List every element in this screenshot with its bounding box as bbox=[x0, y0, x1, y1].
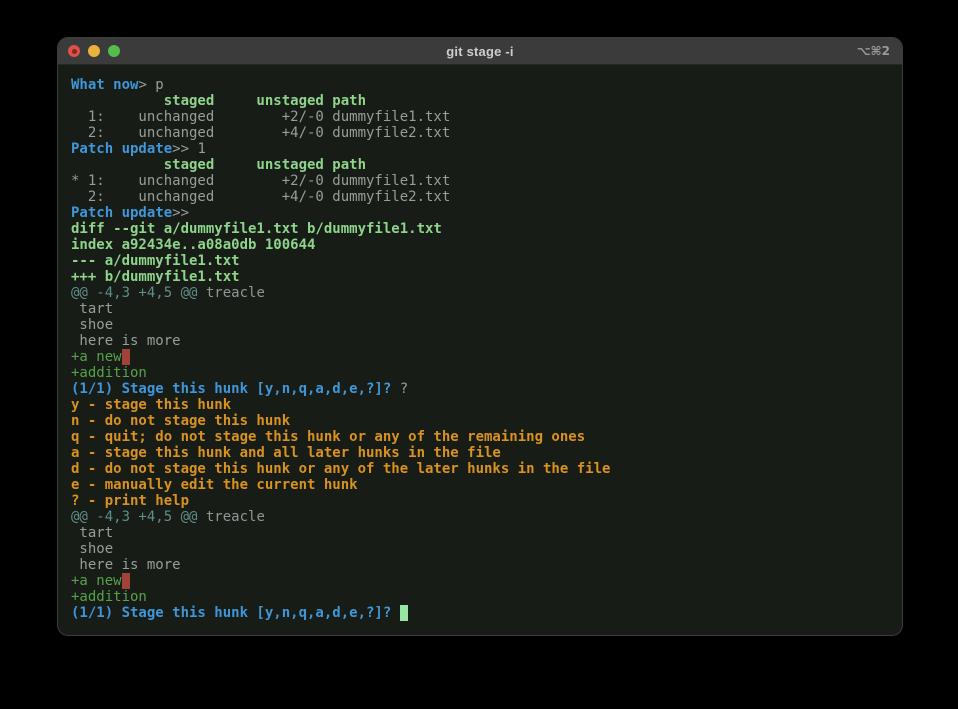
text-segment: q - quit; do not stage this hunk or any … bbox=[71, 429, 585, 445]
prompt-patch-update: Patch update>> bbox=[71, 205, 890, 221]
help-line: a - stage this hunk and all later hunks … bbox=[71, 445, 890, 461]
diff-old-file-line: --- a/dummyfile1.txt bbox=[71, 253, 890, 269]
text-segment: >> bbox=[172, 205, 189, 221]
text-segment: e - manually edit the current hunk bbox=[71, 477, 358, 493]
added-line: +addition bbox=[71, 365, 890, 381]
terminal-body[interactable]: What now> p staged unstaged path 1: unch… bbox=[58, 65, 902, 631]
text-segment: +addition bbox=[71, 365, 147, 381]
text-segment: +a new bbox=[71, 573, 122, 589]
context-line: tart bbox=[71, 301, 890, 317]
text-segment: * 1: unchanged +2/-0 dummyfile1.txt bbox=[71, 173, 450, 189]
text-segment: > p bbox=[138, 77, 163, 93]
text-segment: shoe bbox=[71, 317, 113, 333]
text-segment: +addition bbox=[71, 589, 147, 605]
text-segment: tart bbox=[71, 301, 113, 317]
text-segment: Patch update bbox=[71, 141, 172, 157]
trailing-whitespace-marker bbox=[122, 573, 130, 589]
file-row-selected: * 1: unchanged +2/-0 dummyfile1.txt bbox=[71, 173, 890, 189]
text-segment: 1: unchanged +2/-0 dummyfile1.txt bbox=[71, 109, 450, 125]
text-segment: staged unstaged path bbox=[71, 157, 366, 173]
text-segment: tart bbox=[71, 525, 113, 541]
text-segment: here is more bbox=[71, 557, 181, 573]
file-row: 2: unchanged +4/-0 dummyfile2.txt bbox=[71, 125, 890, 141]
added-line: +a new bbox=[71, 573, 890, 589]
help-line: n - do not stage this hunk bbox=[71, 413, 890, 429]
text-segment: (1/1) Stage this hunk [y,n,q,a,d,e,?]? bbox=[71, 605, 400, 621]
context-line: here is more bbox=[71, 333, 890, 349]
added-line: +a new bbox=[71, 349, 890, 365]
text-segment: What now bbox=[71, 77, 138, 93]
text-segment: a - stage this hunk and all later hunks … bbox=[71, 445, 501, 461]
text-segment: Patch update bbox=[71, 205, 172, 221]
diff-header-line: diff --git a/dummyfile1.txt b/dummyfile1… bbox=[71, 221, 890, 237]
zoom-button[interactable] bbox=[108, 45, 120, 57]
text-segment: --- a/dummyfile1.txt bbox=[71, 253, 240, 269]
window-shortcut-badge: ⌥⌘2 bbox=[857, 38, 890, 64]
text-segment: @@ -4,3 +4,5 @@ bbox=[71, 509, 197, 525]
help-line: e - manually edit the current hunk bbox=[71, 477, 890, 493]
context-line: tart bbox=[71, 525, 890, 541]
text-segment: +a new bbox=[71, 349, 122, 365]
text-segment: treacle bbox=[197, 285, 264, 301]
prompt-patch-update: Patch update>> 1 bbox=[71, 141, 890, 157]
stage-hunk-prompt: (1/1) Stage this hunk [y,n,q,a,d,e,?]? ? bbox=[71, 381, 890, 397]
text-segment: n - do not stage this hunk bbox=[71, 413, 290, 429]
stage-hunk-prompt: (1/1) Stage this hunk [y,n,q,a,d,e,?]? bbox=[71, 605, 890, 621]
help-line: y - stage this hunk bbox=[71, 397, 890, 413]
text-segment: ? bbox=[400, 381, 408, 397]
context-line: here is more bbox=[71, 557, 890, 573]
hunk-header: @@ -4,3 +4,5 @@ treacle bbox=[71, 509, 890, 525]
text-segment: +++ b/dummyfile1.txt bbox=[71, 269, 240, 285]
traffic-lights bbox=[68, 38, 120, 64]
hunk-header: @@ -4,3 +4,5 @@ treacle bbox=[71, 285, 890, 301]
trailing-whitespace-marker bbox=[122, 349, 130, 365]
close-button[interactable] bbox=[68, 45, 80, 57]
file-row: 2: unchanged +4/-0 dummyfile2.txt bbox=[71, 189, 890, 205]
text-segment: d - do not stage this hunk or any of the… bbox=[71, 461, 610, 477]
help-line: q - quit; do not stage this hunk or any … bbox=[71, 429, 890, 445]
text-segment: shoe bbox=[71, 541, 113, 557]
text-segment: @@ -4,3 +4,5 @@ bbox=[71, 285, 197, 301]
file-list-header: staged unstaged path bbox=[71, 157, 890, 173]
minimize-button[interactable] bbox=[88, 45, 100, 57]
text-segment: 2: unchanged +4/-0 dummyfile2.txt bbox=[71, 125, 450, 141]
text-segment: diff --git a/dummyfile1.txt b/dummyfile1… bbox=[71, 221, 442, 237]
context-line: shoe bbox=[71, 541, 890, 557]
help-line: d - do not stage this hunk or any of the… bbox=[71, 461, 890, 477]
file-list-header: staged unstaged path bbox=[71, 93, 890, 109]
window-title: git stage -i bbox=[446, 44, 513, 59]
text-segment: ? - print help bbox=[71, 493, 189, 509]
text-segment: (1/1) Stage this hunk [y,n,q,a,d,e,?]? bbox=[71, 381, 400, 397]
diff-new-file-line: +++ b/dummyfile1.txt bbox=[71, 269, 890, 285]
text-segment: 2: unchanged +4/-0 dummyfile2.txt bbox=[71, 189, 450, 205]
text-segment: treacle bbox=[197, 509, 264, 525]
prompt-what-now: What now> p bbox=[71, 77, 890, 93]
help-line: ? - print help bbox=[71, 493, 890, 509]
diff-index-line: index a92434e..a08a0db 100644 bbox=[71, 237, 890, 253]
context-line: shoe bbox=[71, 317, 890, 333]
text-segment: staged unstaged path bbox=[71, 93, 366, 109]
added-line: +addition bbox=[71, 589, 890, 605]
text-segment: >> 1 bbox=[172, 141, 206, 157]
file-row: 1: unchanged +2/-0 dummyfile1.txt bbox=[71, 109, 890, 125]
text-segment: here is more bbox=[71, 333, 181, 349]
block-cursor bbox=[400, 605, 408, 621]
text-segment: y - stage this hunk bbox=[71, 397, 231, 413]
titlebar[interactable]: git stage -i ⌥⌘2 bbox=[58, 38, 902, 65]
text-segment: index a92434e..a08a0db 100644 bbox=[71, 237, 315, 253]
terminal-window: git stage -i ⌥⌘2 What now> p staged unst… bbox=[58, 38, 902, 635]
